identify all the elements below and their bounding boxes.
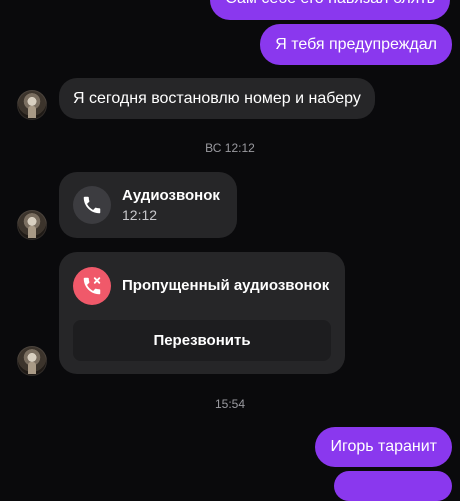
call-title: Пропущенный аудиозвонок <box>122 277 330 294</box>
outgoing-message[interactable]: Игорь таранит <box>315 427 452 467</box>
call-time: 12:12 <box>122 207 158 223</box>
message-text: Сам себе его навязал блять <box>225 0 435 9</box>
callback-button[interactable]: Перезвонить <box>73 320 331 361</box>
outgoing-message[interactable] <box>334 471 452 501</box>
timestamp-text: 15:54 <box>214 397 246 411</box>
outgoing-message[interactable]: Я тебя предупреждал <box>260 24 452 65</box>
missed-call-card[interactable]: Пропущенный аудиозвонок Перезвонить <box>59 252 345 374</box>
avatar[interactable] <box>17 90 47 120</box>
timestamp: ВС 12:12 <box>0 141 460 155</box>
incoming-message[interactable]: Я сегодня востановлю номер и наберу <box>59 78 375 119</box>
avatar[interactable] <box>17 346 47 376</box>
message-text: Я тебя предупреждал <box>275 35 437 53</box>
message-text: Я сегодня востановлю номер и наберу <box>73 89 361 107</box>
outgoing-message[interactable]: Сам себе его навязал блять <box>210 0 450 20</box>
timestamp-text: ВС 12:12 <box>205 141 255 155</box>
audio-call-card[interactable]: Аудиозвонок 12:12 <box>59 172 237 238</box>
phone-icon <box>73 186 111 224</box>
message-text: Игорь таранит <box>330 438 437 455</box>
call-title: Аудиозвонок <box>122 187 220 204</box>
timestamp: 15:54 <box>0 397 460 411</box>
missed-call-icon <box>73 267 111 305</box>
avatar[interactable] <box>17 210 47 240</box>
